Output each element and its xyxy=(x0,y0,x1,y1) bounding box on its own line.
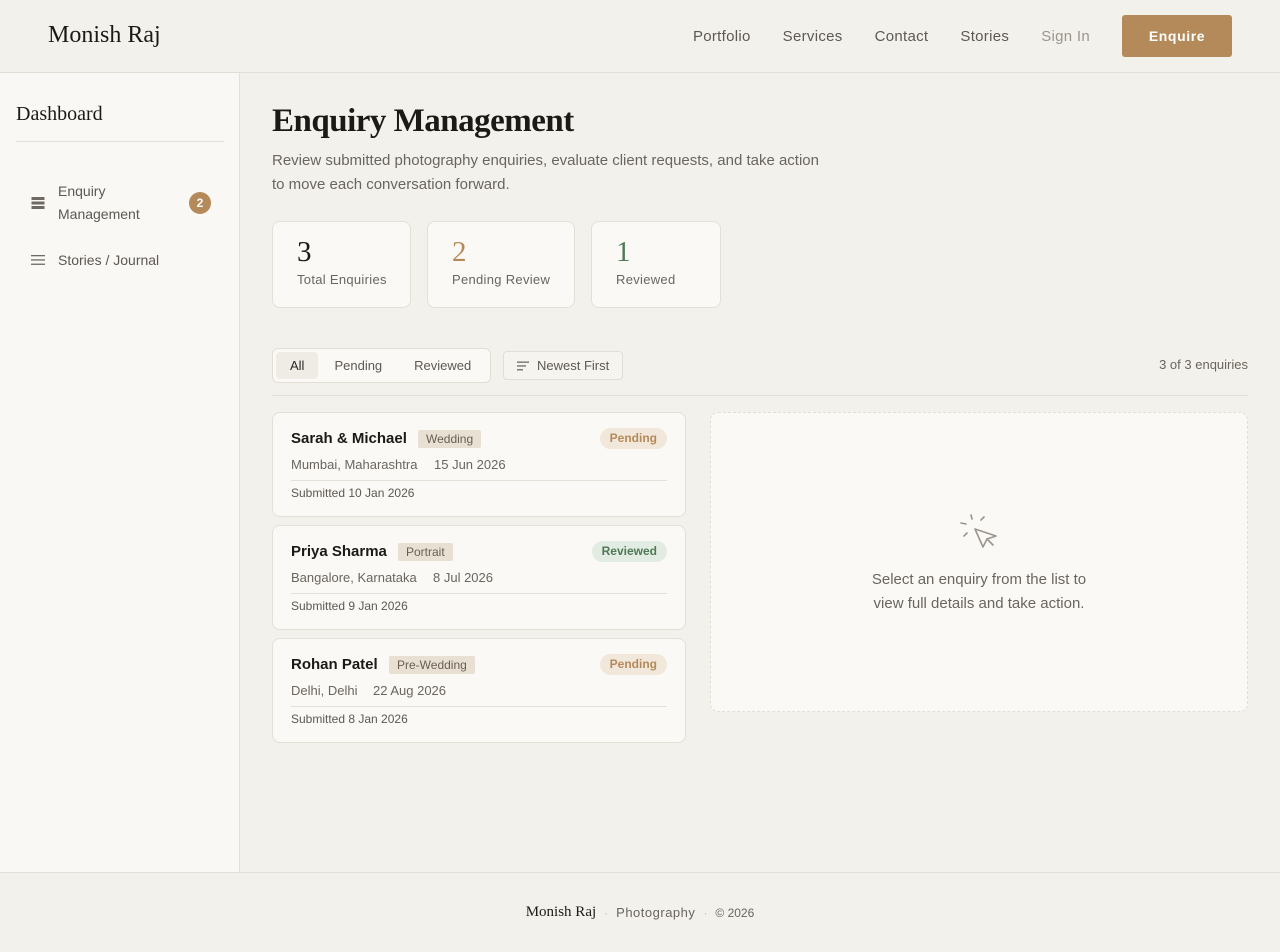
empty-state-line: Select an enquiry from the list to xyxy=(871,571,1087,588)
enquiry-detail-panel: Select an enquiry from the list to view … xyxy=(710,412,1248,712)
sort-dropdown[interactable]: Newest First xyxy=(503,351,624,380)
submitted-date: Submitted 9 Jan 2026 xyxy=(291,599,408,613)
nav-link-stories[interactable]: Stories xyxy=(960,28,1009,45)
client-name: Rohan Patel xyxy=(291,656,378,673)
sort-icon xyxy=(517,361,530,371)
enquiry-location: Bangalore, Karnataka xyxy=(291,570,417,585)
section-divider xyxy=(272,395,1248,396)
event-date: 15 Jun 2026 xyxy=(434,457,506,472)
sort-label: Newest First xyxy=(537,358,610,373)
enquiry-location: Delhi, Delhi xyxy=(291,683,358,698)
footer-brand: Monish Raj xyxy=(525,904,597,920)
stat-label: Reviewed xyxy=(616,272,676,287)
brand-logo[interactable]: Monish Raj xyxy=(48,22,161,49)
footer: Monish Raj · Photography · © 2026 xyxy=(0,872,1280,952)
event-date: 8 Jul 2026 xyxy=(433,570,493,585)
sidebar-item-enquiry-management[interactable]: Enquiry Management 2 xyxy=(16,177,224,229)
status-filter-tabs: All Pending Reviewed xyxy=(272,348,491,383)
sidebar: Dashboard Enquiry Management 2 Stories /… xyxy=(0,73,240,872)
submitted-date: Submitted 8 Jan 2026 xyxy=(291,712,408,726)
client-name: Sarah & Michael xyxy=(291,430,407,447)
empty-state-message: Select an enquiry from the list to view … xyxy=(711,568,1247,616)
empty-state-line: view full details and take action. xyxy=(873,595,1085,612)
enquire-button[interactable]: Enquire xyxy=(1122,15,1232,57)
session-type-tag: Pre-Wedding xyxy=(389,656,475,674)
footer-separator: · xyxy=(703,905,708,920)
enquiry-location: Mumbai, Maharashtra xyxy=(291,457,418,472)
event-date: 22 Aug 2026 xyxy=(373,683,447,698)
submitted-date: Submitted 10 Jan 2026 xyxy=(291,486,415,500)
sidebar-item-stories-journal[interactable]: Stories / Journal xyxy=(16,249,224,271)
status-badge: Pending xyxy=(599,428,667,449)
enquiry-card[interactable]: Sarah & Michael Wedding Pending Mumbai, … xyxy=(272,412,686,517)
client-name: Priya Sharma xyxy=(291,543,387,560)
subtitle-line: Review submitted photography enquiries, … xyxy=(272,152,819,169)
enquiry-card[interactable]: Priya Sharma Portrait Reviewed Bangalore… xyxy=(272,525,686,630)
card-divider xyxy=(291,480,667,481)
sidebar-item-label: Enquiry Management xyxy=(58,183,140,222)
session-type-tag: Wedding xyxy=(418,430,482,448)
stat-card-total: 3 Total Enquiries xyxy=(272,221,411,308)
stat-card-pending: 2 Pending Review xyxy=(427,221,575,308)
sidebar-title: Dashboard xyxy=(16,103,103,125)
sidebar-item-label: Stories / Journal xyxy=(58,251,160,268)
sign-in-link[interactable]: Sign In xyxy=(1041,28,1090,45)
card-divider xyxy=(291,593,667,594)
footer-tagline: Photography xyxy=(616,905,696,920)
sidebar-divider xyxy=(16,141,224,142)
menu-lines-icon xyxy=(30,252,46,268)
stat-value: 1 xyxy=(616,236,631,268)
results-count: 3 of 3 enquiries xyxy=(1159,357,1248,372)
page-title: Enquiry Management xyxy=(272,103,574,139)
nav-link-contact[interactable]: Contact xyxy=(875,28,929,45)
session-type-tag: Portrait xyxy=(398,543,453,561)
status-badge: Reviewed xyxy=(591,541,667,562)
stat-label: Total Enquiries xyxy=(297,272,387,287)
nav-link-services[interactable]: Services xyxy=(783,28,843,45)
footer-copyright: © 2026 xyxy=(715,905,755,920)
filter-tab-pending[interactable]: Pending xyxy=(318,352,398,379)
footer-separator: · xyxy=(604,905,609,920)
stat-value: 2 xyxy=(452,236,467,268)
enquiry-card[interactable]: Rohan Patel Pre-Wedding Pending Delhi, D… xyxy=(272,638,686,743)
stack-icon xyxy=(30,195,46,211)
stat-card-reviewed: 1 Reviewed xyxy=(591,221,721,308)
page-subtitle: Review submitted photography enquiries, … xyxy=(272,149,832,197)
card-divider xyxy=(291,706,667,707)
stat-label: Pending Review xyxy=(452,272,551,287)
subtitle-line: to move each conversation forward. xyxy=(272,176,510,193)
filter-tab-all[interactable]: All xyxy=(276,352,319,379)
status-badge: Pending xyxy=(599,654,667,675)
pending-count-badge: 2 xyxy=(189,192,211,214)
main-nav: Portfolio Services Contact Stories Sign … xyxy=(661,15,1232,57)
cursor-click-icon xyxy=(957,509,1001,553)
stat-value: 3 xyxy=(297,236,312,268)
nav-link-portfolio[interactable]: Portfolio xyxy=(693,28,751,45)
top-navigation-bar: Monish Raj Portfolio Services Contact St… xyxy=(0,0,1280,73)
filter-tab-reviewed[interactable]: Reviewed xyxy=(398,352,487,379)
